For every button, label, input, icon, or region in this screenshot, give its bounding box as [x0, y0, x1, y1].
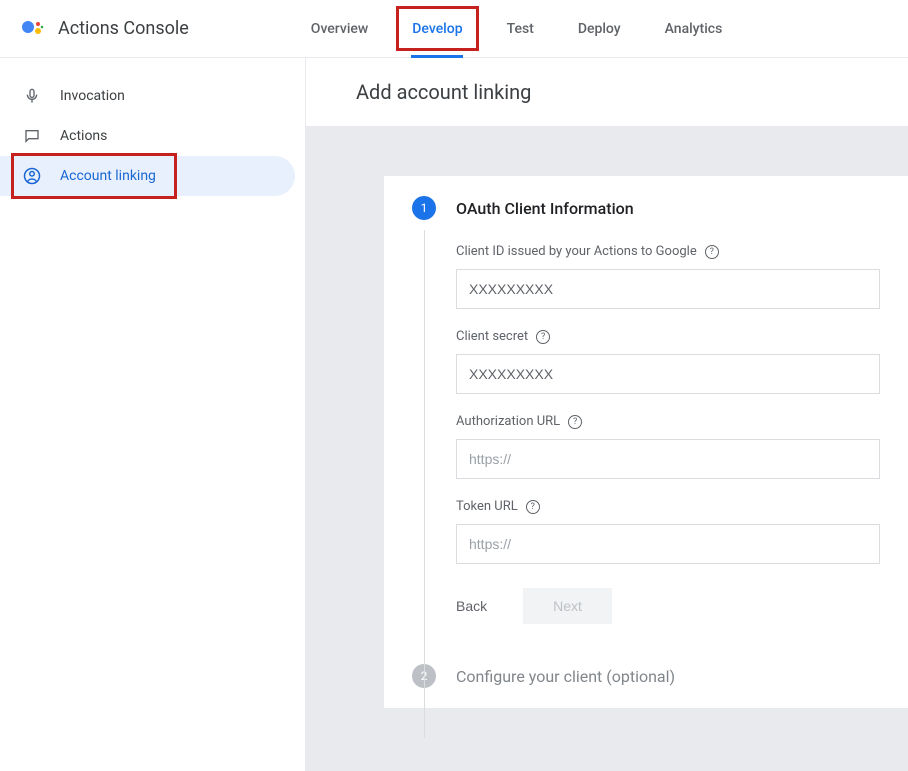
sidebar-item-label: Account linking [60, 168, 156, 184]
help-icon[interactable]: ? [526, 500, 540, 514]
client-id-label: Client ID issued by your Actions to Goog… [456, 244, 880, 259]
assistant-logo-icon [20, 17, 44, 41]
client-secret-field-group: Client secret ? [456, 329, 880, 394]
chat-icon [22, 126, 42, 146]
body: Invocation Actions Account linking Ad [0, 58, 908, 771]
token-url-label-text: Token URL [456, 499, 518, 514]
tab-analytics[interactable]: Analytics [643, 0, 745, 57]
step2-header: 2 Configure your client (optional) [412, 664, 880, 688]
sidebar-item-label: Actions [60, 128, 107, 144]
step1-title: OAuth Client Information [456, 199, 634, 218]
token-url-input[interactable] [456, 524, 880, 564]
sidebar-item-label: Invocation [60, 88, 125, 104]
step2-title: Configure your client (optional) [456, 667, 675, 686]
mic-icon [22, 86, 42, 106]
auth-url-field-group: Authorization URL ? [456, 414, 880, 479]
main-content: Add account linking 1 OAuth Client Infor… [306, 58, 908, 771]
help-icon[interactable]: ? [705, 245, 719, 259]
sidebar: Invocation Actions Account linking [0, 58, 306, 771]
step1-header: 1 OAuth Client Information [412, 196, 880, 220]
content-area: 1 OAuth Client Information Client ID iss… [306, 126, 908, 771]
client-secret-label: Client secret ? [456, 329, 880, 344]
client-id-label-text: Client ID issued by your Actions to Goog… [456, 244, 697, 259]
help-icon[interactable]: ? [568, 415, 582, 429]
header: Actions Console Overview Develop Test De… [0, 0, 908, 58]
step1-content: Client ID issued by your Actions to Goog… [456, 244, 880, 624]
logo-group: Actions Console [20, 17, 189, 41]
tab-deploy[interactable]: Deploy [556, 0, 643, 57]
nav-tabs: Overview Develop Test Deploy Analytics [289, 0, 744, 57]
client-secret-label-text: Client secret [456, 329, 528, 344]
tab-overview[interactable]: Overview [289, 0, 390, 57]
sidebar-item-account-linking[interactable]: Account linking [0, 156, 295, 196]
back-button[interactable]: Back [456, 588, 487, 624]
auth-url-label: Authorization URL ? [456, 414, 880, 429]
auth-url-input[interactable] [456, 439, 880, 479]
oauth-card: 1 OAuth Client Information Client ID iss… [384, 176, 908, 708]
client-id-field-group: Client ID issued by your Actions to Goog… [456, 244, 880, 309]
step-connector-line [424, 230, 425, 738]
token-url-field-group: Token URL ? [456, 499, 880, 564]
tab-test[interactable]: Test [485, 0, 556, 57]
tab-develop-label: Develop [412, 21, 462, 37]
sidebar-item-invocation[interactable]: Invocation [0, 76, 305, 116]
token-url-label: Token URL ? [456, 499, 880, 514]
sidebar-item-actions[interactable]: Actions [0, 116, 305, 156]
client-id-input[interactable] [456, 269, 880, 309]
page-title: Add account linking [306, 58, 908, 126]
next-button[interactable]: Next [523, 588, 612, 624]
auth-url-label-text: Authorization URL [456, 414, 560, 429]
help-icon[interactable]: ? [536, 330, 550, 344]
account-icon [22, 166, 42, 186]
console-title: Actions Console [58, 18, 189, 39]
step1-buttons: Back Next [456, 588, 880, 624]
client-secret-input[interactable] [456, 354, 880, 394]
step1-badge: 1 [412, 196, 436, 220]
tab-develop[interactable]: Develop [390, 0, 484, 57]
